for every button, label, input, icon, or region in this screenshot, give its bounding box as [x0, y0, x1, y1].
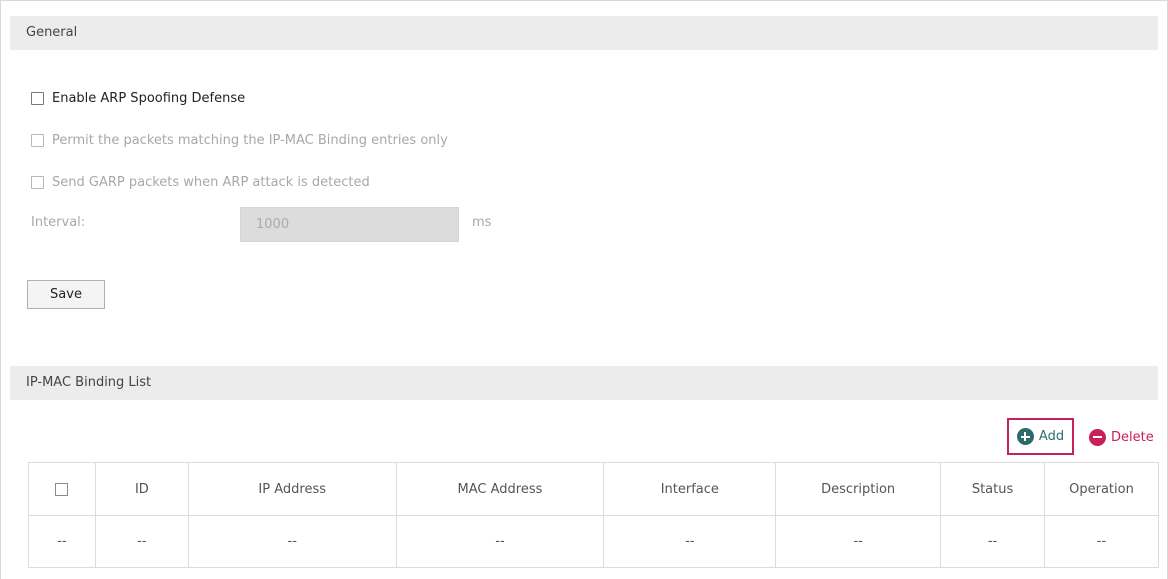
minus-circle-icon [1089, 428, 1106, 446]
table-cell: -- [940, 515, 1045, 568]
permit-binding-only-label: Permit the packets matching the IP-MAC B… [52, 132, 448, 148]
column-header-ip-address: IP Address [187, 462, 397, 516]
add-button[interactable]: Add [1007, 418, 1074, 455]
enable-arp-spoofing-label: Enable ARP Spoofing Defense [52, 90, 246, 106]
column-header-id: ID [94, 462, 189, 516]
general-section-header: General [10, 16, 1158, 50]
binding-list-section-header: IP-MAC Binding List [10, 366, 1158, 400]
delete-button-label: Delete [1111, 429, 1154, 445]
column-header-description: Description [775, 462, 942, 516]
interval-unit: ms [472, 215, 492, 230]
plus-circle-icon [1016, 428, 1034, 445]
table-row: -- -- -- -- -- -- -- -- [28, 515, 1159, 568]
table-header-row: ID IP Address MAC Address Interface Desc… [28, 462, 1159, 516]
select-all-cell[interactable] [28, 462, 96, 516]
interval-label: Interval: [31, 215, 86, 230]
table-cell: -- [603, 515, 777, 568]
interval-input: 1000 [240, 207, 459, 242]
select-all-checkbox[interactable] [55, 482, 69, 496]
column-header-interface: Interface [603, 462, 777, 516]
send-garp-option: Send GARP packets when ARP attack is det… [31, 173, 370, 191]
table-cell: -- [775, 515, 942, 568]
enable-arp-spoofing-option[interactable]: Enable ARP Spoofing Defense [31, 89, 245, 107]
enable-arp-spoofing-checkbox[interactable] [31, 91, 44, 105]
table-cell: -- [395, 515, 605, 568]
permit-binding-only-option: Permit the packets matching the IP-MAC B… [31, 131, 448, 149]
table-cell: -- [94, 515, 189, 568]
column-header-mac-address: MAC Address [395, 462, 605, 516]
add-button-label: Add [1038, 429, 1065, 444]
table-cell: -- [28, 515, 96, 568]
table-cell: -- [187, 515, 397, 568]
delete-button[interactable]: Delete [1089, 426, 1154, 448]
save-button[interactable]: Save [27, 280, 105, 309]
send-garp-checkbox [31, 175, 44, 189]
send-garp-label: Send GARP packets when ARP attack is det… [52, 174, 370, 190]
table-cell: -- [1044, 515, 1159, 568]
permit-binding-only-checkbox [31, 133, 44, 147]
column-header-status: Status [940, 462, 1045, 516]
column-header-operation: Operation [1044, 462, 1159, 516]
binding-table: ID IP Address MAC Address Interface Desc… [28, 462, 1159, 568]
